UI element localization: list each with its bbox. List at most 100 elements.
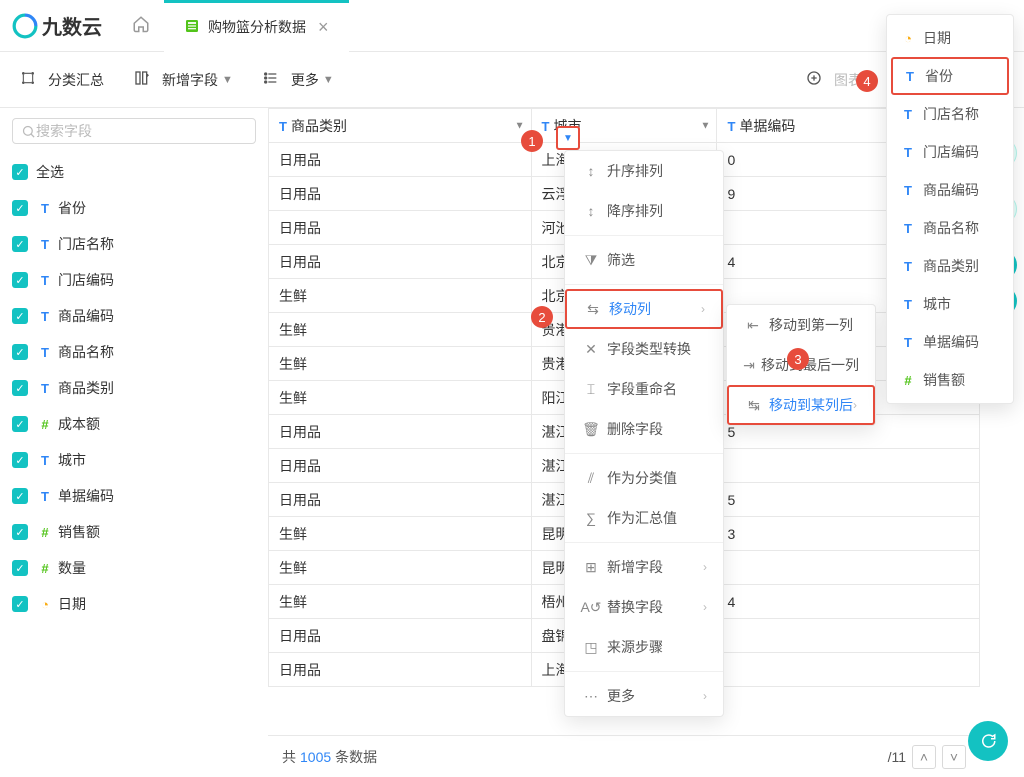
field-item[interactable]: ✓T门店编码 xyxy=(12,262,256,298)
menu-add-field[interactable]: ⊞新增字段› xyxy=(565,547,723,587)
move-last-icon: ⇥ xyxy=(743,357,755,374)
replace-icon: A↺ xyxy=(581,599,601,616)
picker-item[interactable]: ◔日期 xyxy=(887,19,1013,57)
field-type-icon: T xyxy=(899,259,917,274)
menu-separator xyxy=(565,671,723,672)
field-label: 商品类别 xyxy=(58,378,114,398)
picker-item[interactable]: T省份 xyxy=(891,57,1009,95)
footer-count: 1005 xyxy=(300,749,331,765)
group-summary-button[interactable]: 分类汇总 xyxy=(20,70,104,90)
field-label: 单据编码 xyxy=(58,486,114,506)
chat-fab[interactable] xyxy=(968,721,1008,761)
submenu-move-after[interactable]: ↹移动到某列后› xyxy=(727,385,875,425)
field-label: 成本额 xyxy=(58,414,100,434)
field-type-icon: # xyxy=(36,525,54,540)
field-item[interactable]: ✓T商品名称 xyxy=(12,334,256,370)
sort-desc-icon: ↕ xyxy=(581,203,601,219)
column-header[interactable]: T商品类别▼ xyxy=(269,109,532,143)
field-item[interactable]: ✓T商品类别 xyxy=(12,370,256,406)
field-item[interactable]: ✓T省份 xyxy=(12,190,256,226)
field-type-icon: T xyxy=(36,453,54,468)
field-type-icon: # xyxy=(36,561,54,576)
menu-filter[interactable]: ⧩筛选 xyxy=(565,240,723,280)
chevron-right-icon: › xyxy=(701,302,705,316)
chevron-right-icon: › xyxy=(853,398,857,412)
picker-label: 门店编码 xyxy=(923,142,979,162)
page-down-button[interactable]: ˅ xyxy=(942,745,966,769)
picker-item[interactable]: T商品类别 xyxy=(887,247,1013,285)
field-type-icon: T xyxy=(899,145,917,160)
search-input[interactable] xyxy=(36,123,247,139)
menu-sort-desc[interactable]: ↕降序排列 xyxy=(565,191,723,231)
menu-replace[interactable]: A↺替换字段› xyxy=(565,587,723,627)
field-item[interactable]: ✓#数量 xyxy=(12,550,256,586)
column-menu-trigger[interactable]: ▼ xyxy=(556,126,580,150)
field-item[interactable]: ✓T商品编码 xyxy=(12,298,256,334)
picker-item[interactable]: T单据编码 xyxy=(887,323,1013,361)
table-cell: 日用品 xyxy=(269,619,532,653)
table-cell: 生鲜 xyxy=(269,313,532,347)
page-up-button[interactable]: ˄ xyxy=(912,745,936,769)
field-item[interactable]: ✓T门店名称 xyxy=(12,226,256,262)
add-field-button[interactable]: 新增字段 ▼ xyxy=(134,70,233,90)
checkbox-icon: ✓ xyxy=(12,596,28,612)
menu-delete[interactable]: 🗑删除字段 xyxy=(565,409,723,449)
submenu-move-first[interactable]: ⇤移动到第一列 xyxy=(727,305,875,345)
menu-as-group[interactable]: ⫽作为分类值 xyxy=(565,458,723,498)
field-item[interactable]: ✓T城市 xyxy=(12,442,256,478)
field-type-icon: T xyxy=(899,335,917,350)
field-item[interactable]: ✓#销售额 xyxy=(12,514,256,550)
picker-item[interactable]: T商品编码 xyxy=(887,171,1013,209)
close-icon[interactable]: × xyxy=(318,18,329,36)
table-cell: 生鲜 xyxy=(269,551,532,585)
funnel-icon: ⧩ xyxy=(581,252,601,269)
menu-more[interactable]: ⋯更多› xyxy=(565,676,723,716)
more-button[interactable]: 更多 ▼ xyxy=(263,70,334,90)
menu-as-agg[interactable]: ∑作为汇总值 xyxy=(565,498,723,538)
picker-label: 商品编码 xyxy=(923,180,979,200)
logo-icon xyxy=(12,13,38,39)
field-item[interactable]: ✓◔日期 xyxy=(12,586,256,622)
brand-text: 九数云 xyxy=(42,11,102,40)
table-cell: 生鲜 xyxy=(269,279,532,313)
tab-title: 购物篮分析数据 xyxy=(208,17,306,37)
footer-suffix: 条数据 xyxy=(335,747,377,767)
picker-item[interactable]: T门店名称 xyxy=(887,95,1013,133)
field-item[interactable]: ✓#成本额 xyxy=(12,406,256,442)
picker-item[interactable]: T城市 xyxy=(887,285,1013,323)
group-summary-label: 分类汇总 xyxy=(48,70,104,90)
select-all-row[interactable]: ✓ 全选 xyxy=(12,154,256,190)
sort-asc-icon: ↕ xyxy=(581,163,601,179)
menu-move-column[interactable]: ⇆移动列› xyxy=(565,289,723,329)
search-input-wrap[interactable] xyxy=(12,118,256,144)
picker-item[interactable]: #销售额 xyxy=(887,361,1013,399)
field-type-icon: T xyxy=(901,69,919,84)
menu-sort-asc[interactable]: ↕升序排列 xyxy=(565,151,723,191)
table-cell: 日用品 xyxy=(269,653,532,687)
grid-footer: 共 1005 条数据 /11 ˄ ˅ xyxy=(268,735,980,777)
picker-item[interactable]: T 门店编码 xyxy=(887,133,1013,171)
field-label: 日期 xyxy=(58,594,86,614)
group-summary-icon xyxy=(20,70,42,89)
field-type-icon: T xyxy=(899,297,917,312)
table-cell: 生鲜 xyxy=(269,347,532,381)
column-label: 单据编码 xyxy=(739,118,795,134)
step-badge-1: 1 xyxy=(521,130,543,152)
menu-source[interactable]: ◳来源步骤 xyxy=(565,627,723,667)
table-cell: 生鲜 xyxy=(269,517,532,551)
field-item[interactable]: ✓T单据编码 xyxy=(12,478,256,514)
menu-convert[interactable]: ✕字段类型转换 xyxy=(565,329,723,369)
caret-down-icon[interactable]: ▼ xyxy=(515,120,525,131)
chart-button[interactable]: 图表 xyxy=(806,70,862,90)
caret-down-icon: ▼ xyxy=(222,74,233,86)
checkbox-icon: ✓ xyxy=(12,452,28,468)
table-icon xyxy=(184,18,200,37)
add-column-icon: ⊞ xyxy=(581,559,601,576)
menu-rename[interactable]: ⌶字段重命名 xyxy=(565,369,723,409)
caret-down-icon[interactable]: ▼ xyxy=(701,120,711,131)
checkbox-icon: ✓ xyxy=(12,272,28,288)
home-icon[interactable] xyxy=(132,15,150,36)
document-tab[interactable]: 购物篮分析数据 × xyxy=(164,0,349,52)
field-type-icon: T xyxy=(36,309,54,324)
picker-item[interactable]: T商品名称 xyxy=(887,209,1013,247)
